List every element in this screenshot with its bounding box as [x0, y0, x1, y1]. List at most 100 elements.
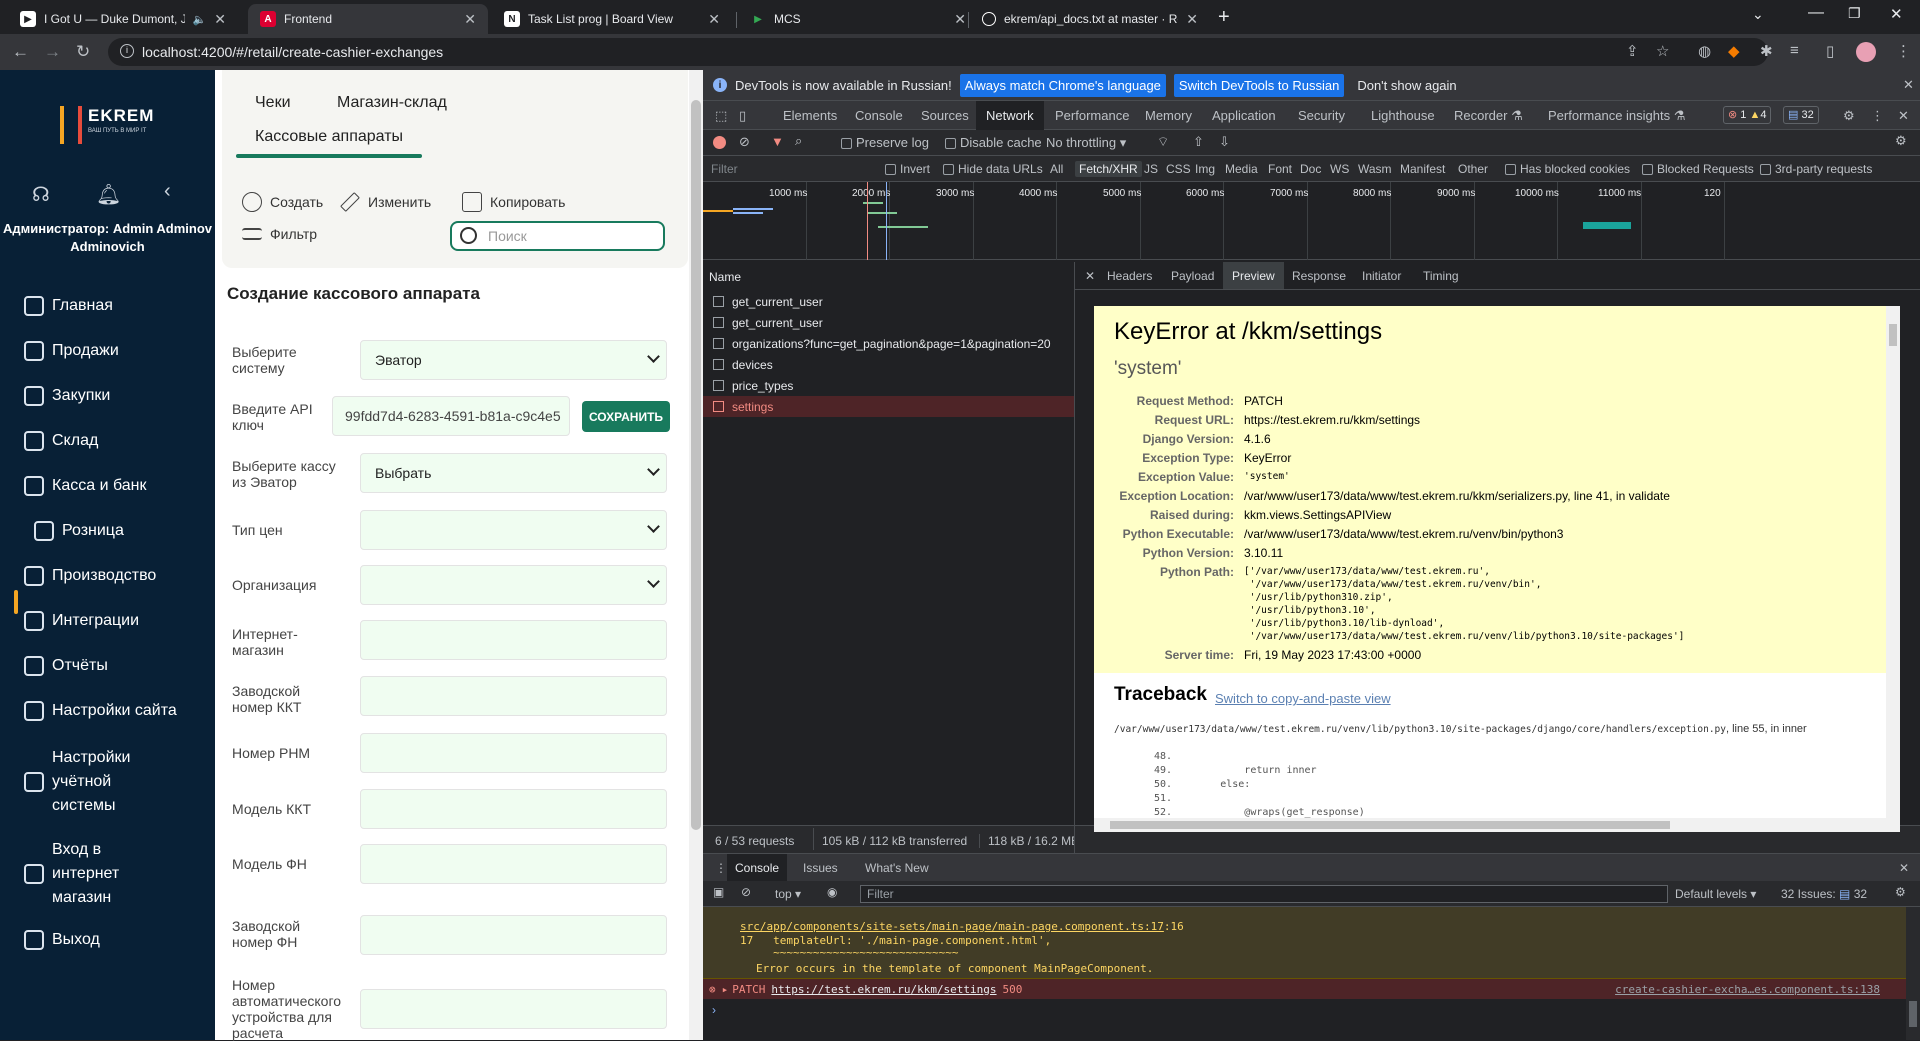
sidebar-item-home[interactable]: Главная — [24, 294, 113, 318]
error-url[interactable]: https://test.ekrem.ru/kkm/settings — [771, 983, 996, 996]
save-button[interactable]: СОХРАНИТЬ — [582, 401, 670, 432]
close-detail-icon[interactable]: ✕ — [1085, 269, 1095, 283]
blocked-requests-checkbox[interactable]: Blocked Requests — [1642, 162, 1754, 176]
preview-scrollbar[interactable] — [1886, 306, 1900, 832]
tab-security[interactable]: Security — [1298, 108, 1345, 123]
pane-divider[interactable] — [1074, 262, 1075, 853]
back-icon[interactable]: ← — [12, 42, 29, 62]
blocked-cookies-checkbox[interactable]: Has blocked cookies — [1505, 162, 1630, 176]
profile-avatar[interactable] — [1856, 42, 1876, 62]
tab-sources[interactable]: Sources — [921, 108, 969, 123]
edit-button[interactable]: Изменить — [340, 192, 431, 212]
inspect-icon[interactable]: ⬚ — [715, 108, 727, 124]
console-prompt-icon[interactable]: › — [712, 1003, 716, 1017]
browser-tab-tasklist[interactable]: N Task List prog | Board View ✕ — [492, 4, 732, 34]
close-tab-icon[interactable]: ✕ — [954, 11, 966, 28]
network-settings-icon[interactable]: ⚙ — [1895, 133, 1907, 149]
sidebar-item-shop-login[interactable]: Вход в интернет магазин — [24, 838, 152, 910]
close-tab-icon[interactable]: ✕ — [708, 11, 720, 28]
sidebar-item-retail[interactable]: Розница — [34, 519, 124, 543]
tab-elements[interactable]: Elements — [783, 108, 837, 123]
create-button[interactable]: Создать — [242, 192, 323, 212]
import-har-icon[interactable]: ⇧ — [1193, 134, 1204, 150]
column-name-header[interactable]: Name — [709, 270, 741, 284]
tab-preview[interactable]: Preview — [1223, 262, 1284, 289]
drawer-tab-console[interactable]: Console — [727, 854, 788, 882]
collapse-chevron-icon[interactable]: ‹ — [164, 180, 171, 203]
tab-application[interactable]: Application — [1212, 108, 1276, 123]
preview-horizontal-scrollbar[interactable] — [1094, 818, 1886, 832]
error-source-link[interactable]: create-cashier-excha…es.component.ts:138 — [1615, 983, 1880, 996]
third-party-checkbox[interactable]: 3rd-party requests — [1760, 162, 1872, 176]
clear-console-icon[interactable]: ⊘ — [741, 885, 751, 899]
sidebar-item-integrations[interactable]: Интеграции — [24, 609, 139, 633]
tab-cash-registers[interactable]: Кассовые аппараты — [255, 128, 403, 146]
forward-icon[interactable]: → — [44, 42, 61, 62]
network-filter-input[interactable]: Filter — [711, 162, 738, 176]
tab-network[interactable]: Network — [976, 101, 1044, 130]
sidebar-item-cash-bank[interactable]: Касса и банк — [24, 474, 146, 498]
context-select[interactable]: top ▾ — [775, 887, 801, 901]
tab-console[interactable]: Console — [855, 108, 903, 123]
tab-memory[interactable]: Memory — [1145, 108, 1192, 123]
sidebar-item-sales[interactable]: Продажи — [24, 339, 119, 363]
sidebar-item-site-settings[interactable]: Настройки сайта — [24, 699, 177, 723]
sidebar-item-purchases[interactable]: Закупки — [24, 384, 110, 408]
close-tab-icon[interactable]: ✕ — [1186, 11, 1198, 28]
fn-model-input[interactable] — [360, 844, 667, 884]
filter-other[interactable]: Other — [1458, 162, 1488, 176]
filter-all[interactable]: All — [1050, 162, 1063, 176]
settings-gear-icon[interactable]: ⚙ — [1843, 108, 1855, 124]
response-preview[interactable]: KeyError at /kkm/settings 'system' Reque… — [1094, 306, 1886, 832]
request-row[interactable]: organizations?func=get_pagination&page=1… — [703, 333, 1074, 354]
request-row[interactable]: get_current_user — [703, 312, 1074, 333]
throttling-select[interactable]: No throttling ▾ — [1046, 135, 1126, 151]
filter-funnel-icon[interactable]: ▼ — [771, 134, 784, 149]
tab-lighthouse[interactable]: Lighthouse — [1371, 108, 1435, 123]
match-language-button[interactable]: Always match Chrome's language — [959, 73, 1166, 97]
request-row[interactable]: price_types — [703, 375, 1074, 396]
online-store-input[interactable] — [360, 620, 667, 660]
tab-recorder[interactable]: Recorder ⚗ — [1454, 108, 1523, 124]
request-row-error[interactable]: settings — [703, 396, 1074, 417]
error-warning-badge[interactable]: ⊗ 1 ▲4 — [1723, 106, 1772, 124]
browser-tab-frontend[interactable]: A Frontend ✕ — [248, 4, 488, 34]
more-menu-icon[interactable]: ⋮ — [1871, 108, 1884, 124]
new-tab-icon[interactable]: + — [1218, 6, 1230, 29]
tab-response[interactable]: Response — [1292, 269, 1346, 283]
sidebar-item-reports[interactable]: Отчёты — [24, 654, 108, 678]
issues-badge[interactable]: ▤ 32 — [1783, 106, 1819, 124]
copy-paste-view-link[interactable]: Switch to copy-and-paste view — [1215, 691, 1391, 706]
search-input[interactable]: Поиск — [450, 221, 665, 251]
filter-doc[interactable]: Doc — [1300, 162, 1321, 176]
device-toolbar-icon[interactable]: ▯ — [739, 108, 746, 124]
scrollbar-thumb[interactable] — [691, 100, 701, 830]
tab-payload[interactable]: Payload — [1171, 269, 1214, 283]
close-icon[interactable]: ✕ — [1903, 77, 1914, 93]
tab-headers[interactable]: Headers — [1107, 269, 1152, 283]
sidebar-toggle-icon[interactable]: ▣ — [713, 885, 724, 899]
rnm-number-input[interactable] — [360, 733, 667, 773]
filter-fetch-xhr[interactable]: Fetch/XHR — [1075, 161, 1142, 177]
tab-initiator[interactable]: Initiator — [1362, 269, 1401, 283]
filter-font[interactable]: Font — [1268, 162, 1292, 176]
drawer-tab-whats-new[interactable]: What's New — [865, 861, 929, 875]
console-error-row[interactable]: ⊗ ▸ PATCH https://test.ekrem.ru/kkm/sett… — [703, 979, 1906, 999]
browser-tab-mcs[interactable]: ▶ MCS ✕ — [738, 4, 978, 34]
filter-manifest[interactable]: Manifest — [1400, 162, 1445, 176]
filter-js[interactable]: JS — [1144, 162, 1158, 176]
disable-cache-checkbox[interactable]: Disable cache — [945, 135, 1042, 150]
tab-search-icon[interactable]: ⌄ — [1752, 6, 1764, 23]
request-row[interactable]: get_current_user — [703, 291, 1074, 312]
sidebar-item-accounting-settings[interactable]: Настройки учётной системы — [24, 746, 152, 818]
filter-wasm[interactable]: Wasm — [1358, 162, 1392, 176]
puzzle-icon[interactable]: ✱ — [1760, 42, 1773, 60]
speaker-icon[interactable]: 🔈 — [193, 13, 207, 26]
tab-store-warehouse[interactable]: Магазин-склад — [337, 94, 447, 112]
network-timeline-overview[interactable]: 1000 ms 2000 ms 3000 ms 4000 ms 5000 ms … — [703, 182, 1920, 260]
copy-button[interactable]: Копировать — [462, 192, 565, 212]
close-tab-icon[interactable]: ✕ — [214, 11, 226, 28]
expand-arrow-icon[interactable]: ▸ — [722, 983, 729, 996]
sidebar-item-production[interactable]: Производство — [24, 564, 156, 588]
live-expression-icon[interactable]: ◉ — [827, 885, 837, 899]
